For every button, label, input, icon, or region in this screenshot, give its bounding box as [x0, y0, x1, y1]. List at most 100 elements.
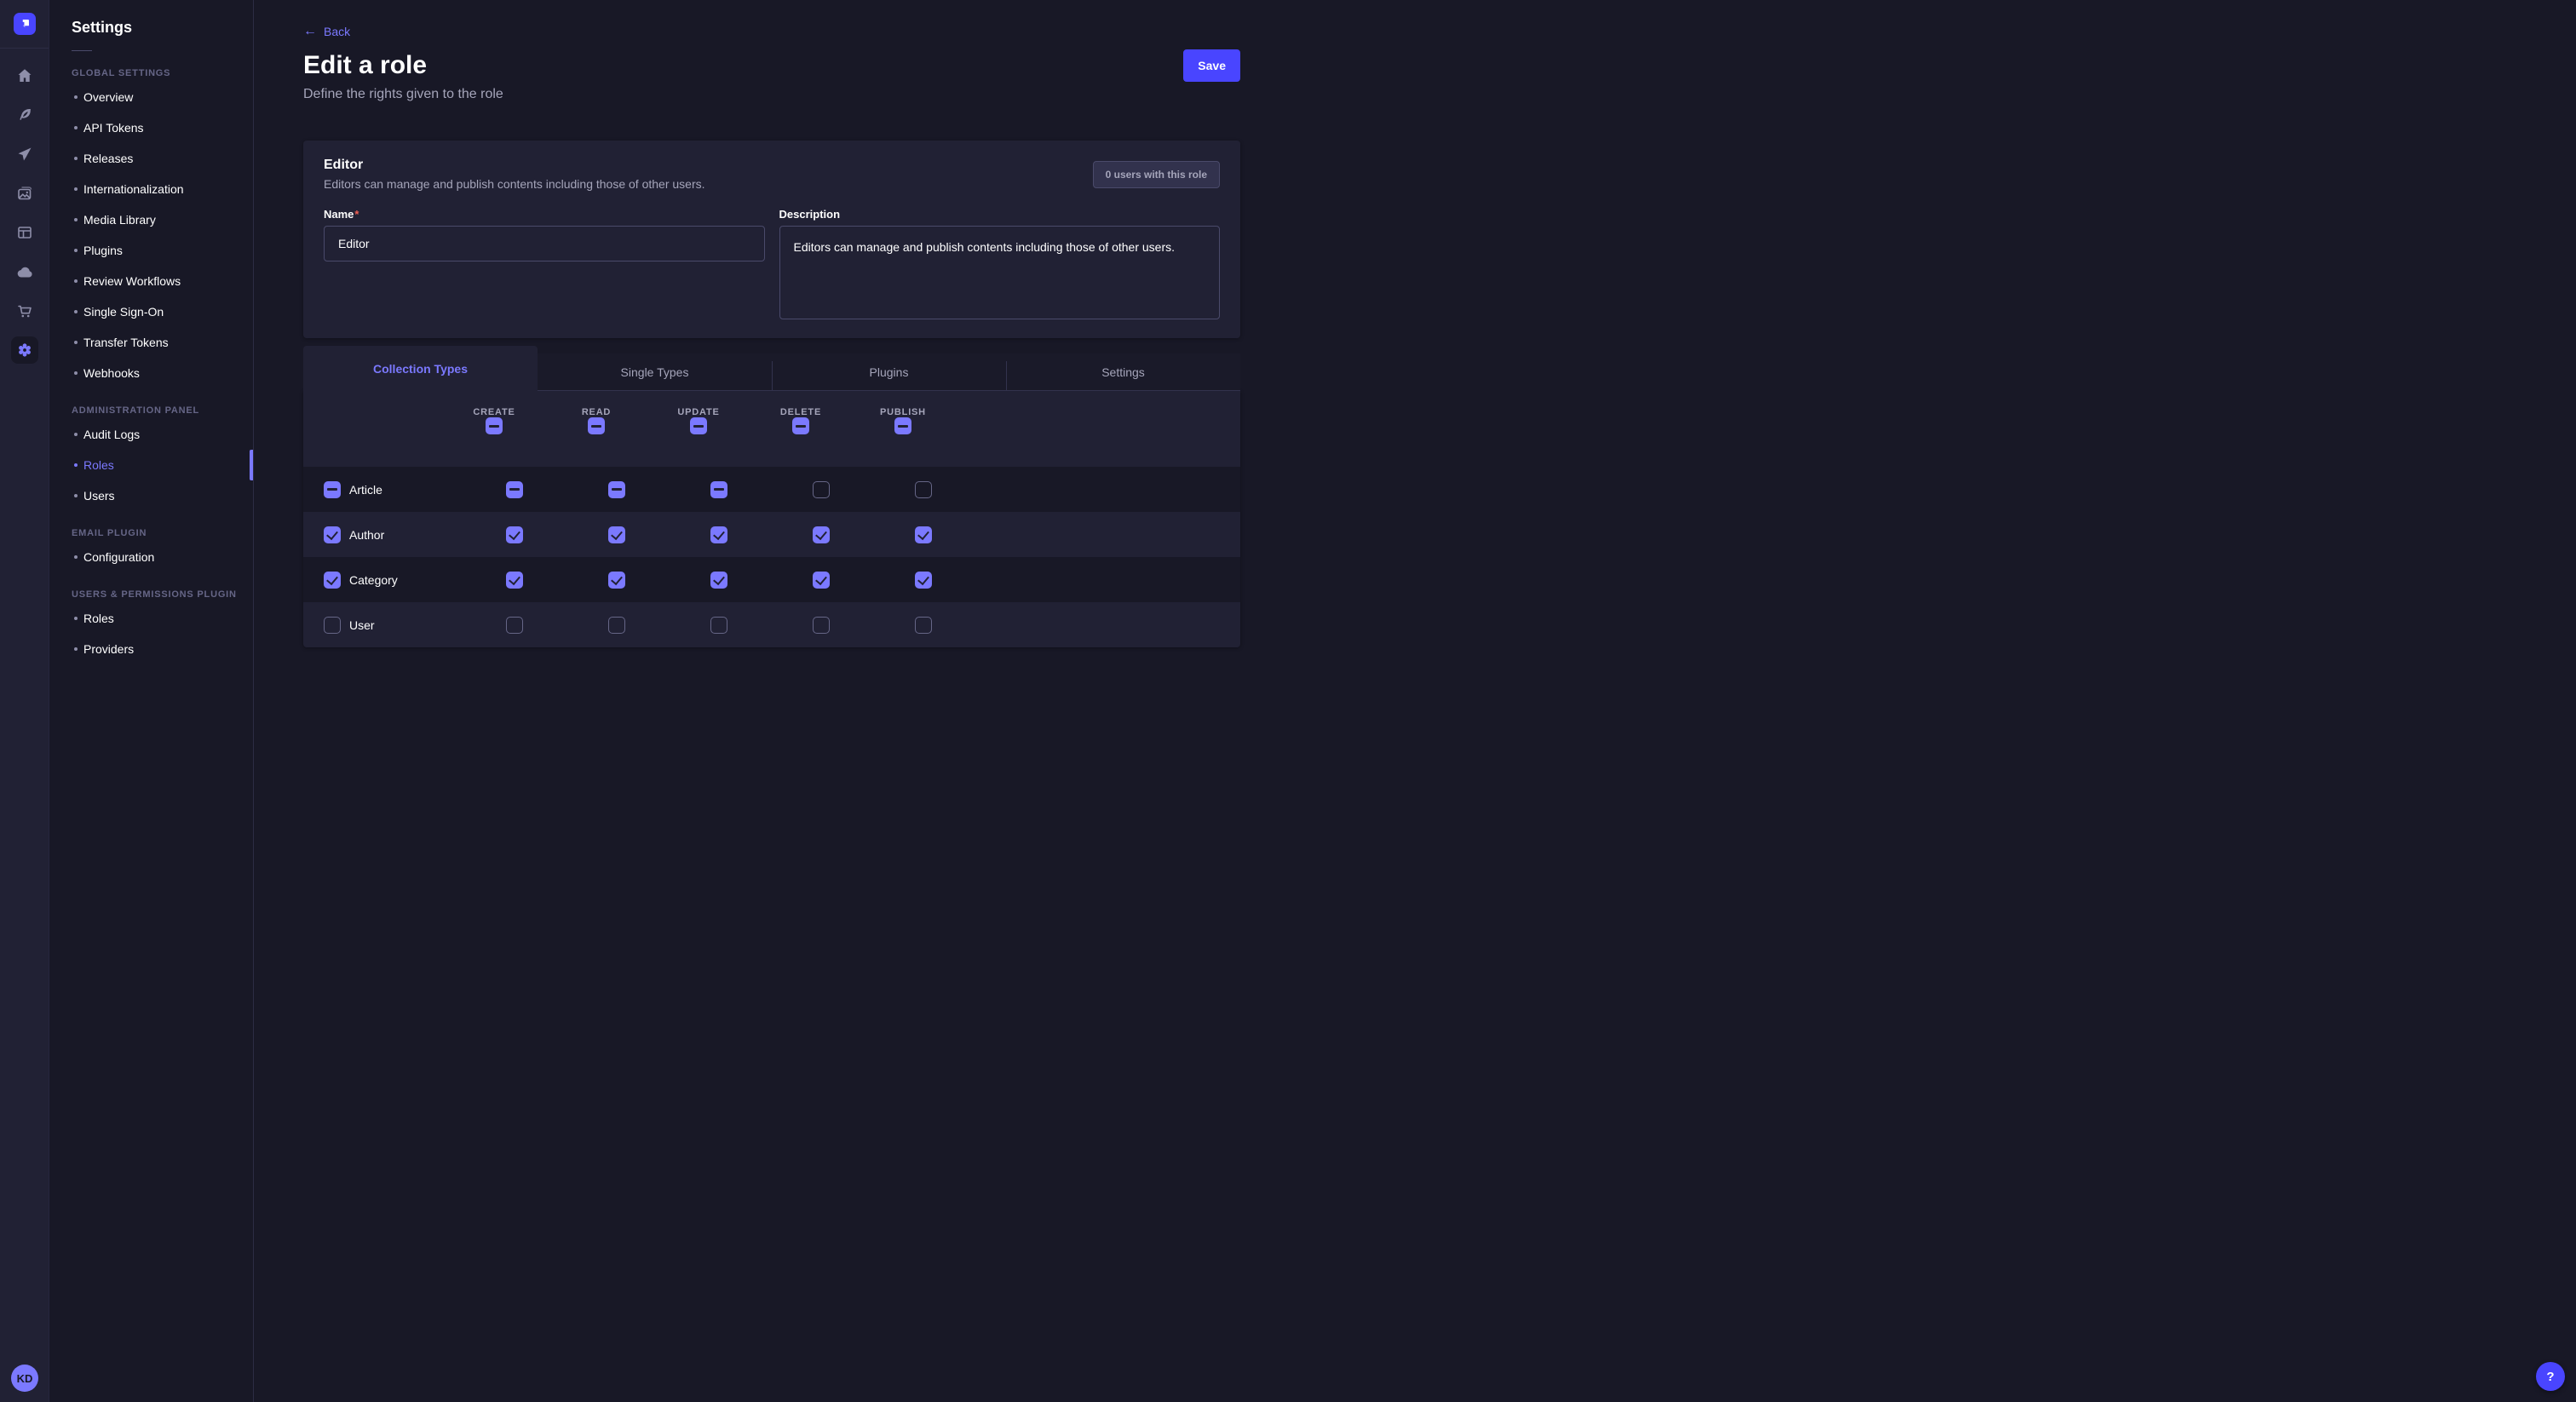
- column-header-create: CREATE: [443, 407, 545, 417]
- author-read-checkbox[interactable]: [608, 526, 625, 543]
- sidebar-divider: [72, 50, 92, 51]
- select-all-delete-checkbox[interactable]: [792, 417, 809, 434]
- sidebar-item-releases[interactable]: Releases: [49, 143, 253, 174]
- tab-collection-types[interactable]: Collection Types: [303, 346, 538, 391]
- sidebar-item-media-library[interactable]: Media Library: [49, 204, 253, 235]
- settings-sidebar: Settings GLOBAL SETTINGS Overview API Toke…: [49, 0, 254, 1402]
- permissions-table: CREATEREADUPDATEDELETEPUBLISH ArticleAut…: [303, 391, 1240, 647]
- tab-single-types[interactable]: Single Types: [538, 353, 772, 391]
- sidebar-section-label: GLOBAL SETTINGS: [72, 68, 253, 78]
- category-publish-checkbox[interactable]: [915, 572, 932, 589]
- category-row-checkbox[interactable]: [324, 572, 341, 589]
- sidebar-item-label: Overview: [83, 90, 133, 104]
- category-delete-checkbox[interactable]: [813, 572, 830, 589]
- sidebar-item-roles[interactable]: Roles: [49, 450, 253, 480]
- rail-item-feather[interactable]: [11, 101, 38, 129]
- article-update-checkbox[interactable]: [710, 481, 727, 498]
- sidebar-item-plugins[interactable]: Plugins: [49, 235, 253, 266]
- role-name-heading: Editor: [324, 158, 705, 173]
- feather-icon: [16, 106, 33, 124]
- save-button[interactable]: Save: [1183, 49, 1240, 82]
- tab-label: Plugins: [870, 365, 909, 379]
- author-publish-checkbox[interactable]: [915, 526, 932, 543]
- content-type-label: Category: [349, 573, 398, 587]
- sidebar-item-overview[interactable]: Overview: [49, 82, 253, 112]
- user-row-checkbox[interactable]: [324, 617, 341, 634]
- role-description-text: Editors can manage and publish contents …: [324, 177, 705, 191]
- author-row-checkbox[interactable]: [324, 526, 341, 543]
- sidebar-item-label: Plugins: [83, 244, 123, 257]
- rail-item-marketplace[interactable]: [11, 297, 38, 325]
- sidebar-item-review-workflows[interactable]: Review Workflows: [49, 266, 253, 296]
- role-details-card: Editor Editors can manage and publish co…: [303, 141, 1240, 338]
- sidebar-item-label: Audit Logs: [83, 428, 140, 441]
- category-update-checkbox[interactable]: [710, 572, 727, 589]
- back-link[interactable]: ← Back: [303, 25, 350, 38]
- permission-row-user: User: [303, 602, 1240, 647]
- strapi-logo[interactable]: [14, 13, 36, 35]
- name-field-label: Name*: [324, 208, 765, 221]
- description-textarea[interactable]: Editors can manage and publish contents …: [779, 226, 1221, 319]
- strapi-logo-icon: [17, 16, 32, 32]
- select-all-read-checkbox[interactable]: [588, 417, 605, 434]
- permission-row-category: Category: [303, 557, 1240, 602]
- select-all-publish-checkbox[interactable]: [894, 417, 911, 434]
- article-publish-checkbox[interactable]: [915, 481, 932, 498]
- category-read-checkbox[interactable]: [608, 572, 625, 589]
- author-update-checkbox[interactable]: [710, 526, 727, 543]
- rail-item-home[interactable]: [11, 62, 38, 89]
- rail-item-media-library[interactable]: [11, 180, 38, 207]
- media-library-icon: [16, 185, 33, 202]
- article-delete-checkbox[interactable]: [813, 481, 830, 498]
- article-row-checkbox[interactable]: [324, 481, 341, 498]
- category-create-checkbox[interactable]: [506, 572, 523, 589]
- description-field-group: Description Editors can manage and publi…: [779, 208, 1221, 319]
- sidebar-title: Settings: [72, 19, 231, 37]
- sidebar-item-label: Transfer Tokens: [83, 336, 169, 349]
- sidebar-item-api-tokens[interactable]: API Tokens: [49, 112, 253, 143]
- main-content: ← Back Edit a role Define the rights giv…: [254, 0, 1288, 647]
- rail-item-send[interactable]: [11, 141, 38, 168]
- rail-item-settings[interactable]: [11, 336, 38, 364]
- article-read-checkbox[interactable]: [608, 481, 625, 498]
- rail-item-cloud[interactable]: [11, 258, 38, 285]
- user-create-checkbox[interactable]: [506, 617, 523, 634]
- author-delete-checkbox[interactable]: [813, 526, 830, 543]
- sidebar-item-internationalization[interactable]: Internationalization: [49, 174, 253, 204]
- sidebar-item-users[interactable]: Users: [49, 480, 253, 511]
- author-create-checkbox[interactable]: [506, 526, 523, 543]
- help-button[interactable]: ?: [2536, 1362, 2565, 1391]
- tab-label: Single Types: [621, 365, 689, 379]
- users-with-role-badge[interactable]: 0 users with this role: [1093, 161, 1220, 188]
- sidebar-item-transfer-tokens[interactable]: Transfer Tokens: [49, 327, 253, 358]
- sidebar-item-label: Internationalization: [83, 182, 184, 196]
- name-input[interactable]: [324, 226, 765, 261]
- rail-item-content-manager[interactable]: [11, 219, 38, 246]
- sidebar-item-providers[interactable]: Providers: [49, 634, 253, 664]
- sidebar-sections: GLOBAL SETTINGS Overview API TokensRelease…: [49, 68, 253, 664]
- column-header-read: READ: [545, 407, 647, 417]
- tab-settings[interactable]: Settings: [1006, 353, 1240, 391]
- required-asterisk: *: [354, 208, 359, 221]
- sidebar-item-audit-logs[interactable]: Audit Logs: [49, 419, 253, 450]
- logo-area: [0, 0, 49, 49]
- tab-plugins[interactable]: Plugins: [772, 353, 1006, 391]
- user-read-checkbox[interactable]: [608, 617, 625, 634]
- user-avatar[interactable]: KD: [11, 1365, 38, 1392]
- user-publish-checkbox[interactable]: [915, 617, 932, 634]
- article-create-checkbox[interactable]: [506, 481, 523, 498]
- sidebar-item-configuration[interactable]: Configuration: [49, 542, 253, 572]
- sidebar-item-label: Providers: [83, 642, 134, 656]
- select-all-update-checkbox[interactable]: [690, 417, 707, 434]
- sidebar-section-label: USERS & PERMISSIONS PLUGIN: [72, 589, 253, 600]
- back-arrow-icon: ←: [303, 25, 317, 38]
- sidebar-item-roles[interactable]: Roles: [49, 603, 253, 634]
- select-all-create-checkbox[interactable]: [486, 417, 503, 434]
- cloud-icon: [16, 263, 33, 280]
- sidebar-item-webhooks[interactable]: Webhooks: [49, 358, 253, 388]
- nav-rail: KD: [0, 0, 49, 1402]
- column-header-publish: PUBLISH: [852, 407, 954, 417]
- user-delete-checkbox[interactable]: [813, 617, 830, 634]
- sidebar-item-single-sign-on[interactable]: Single Sign-On: [49, 296, 253, 327]
- user-update-checkbox[interactable]: [710, 617, 727, 634]
